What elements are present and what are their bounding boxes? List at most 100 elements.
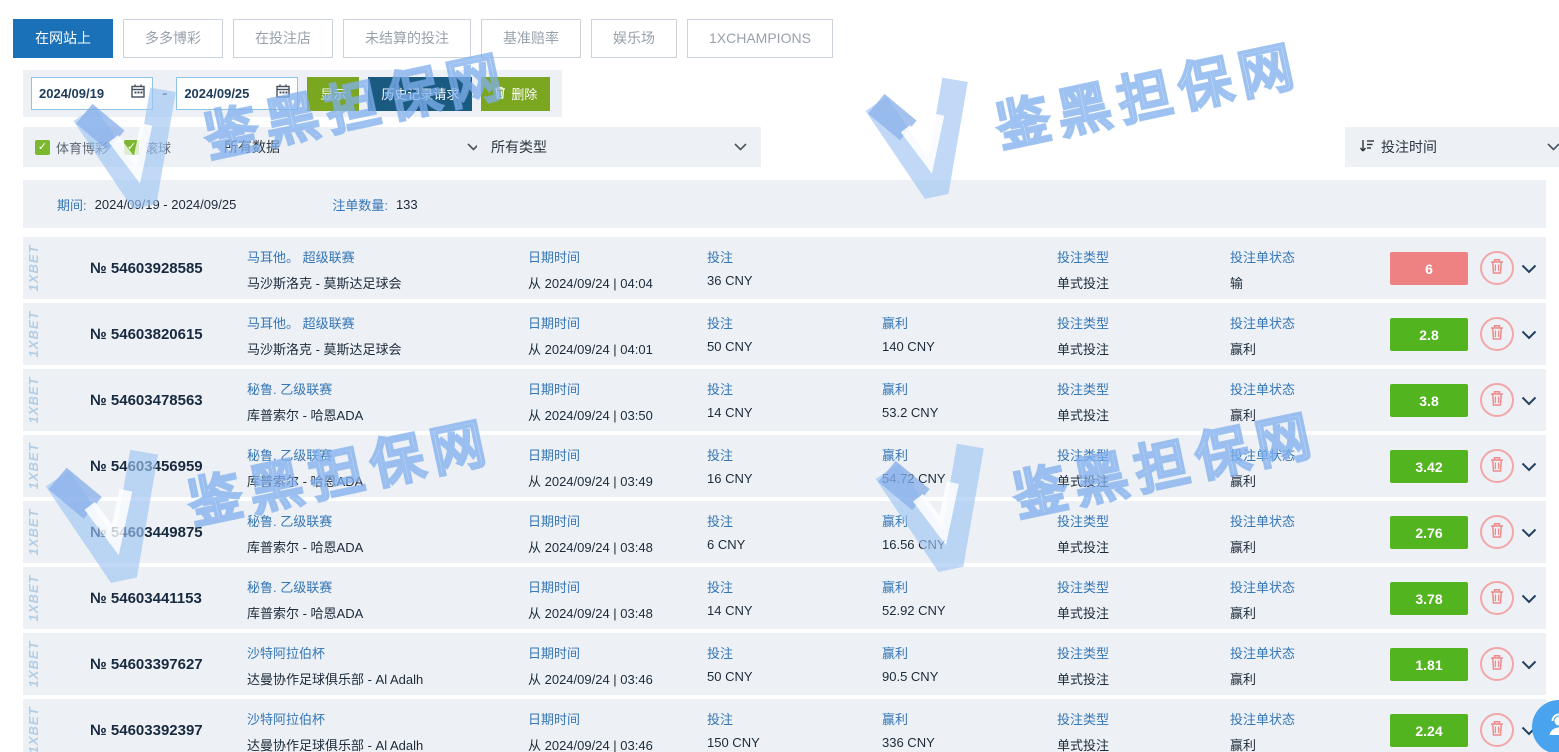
league-link[interactable]: 沙特阿拉伯杯 [247,643,423,662]
win-value: 140 CNY [882,339,935,354]
checkbox-sport[interactable]: ✓ 体育博彩 [35,138,108,157]
bet-row: 1XBET № 54603441153 秘鲁. 乙级联赛 库普索尔 - 哈恩AD… [23,567,1546,629]
teams-label: 库普索尔 - 哈恩ADA [247,405,363,424]
win-label: 赢利 [882,709,935,728]
delete-bet-button[interactable] [1480,383,1514,417]
expand-chevron-icon[interactable] [1521,459,1537,477]
league-link[interactable]: 马耳他。 超级联赛 [247,313,402,332]
type-filter-dropdown[interactable]: 所有类型 [477,127,761,167]
league-link[interactable]: 秘鲁. 乙级联赛 [247,511,363,530]
odds-badge: 2.24 [1390,714,1468,747]
tab-5[interactable]: 娱乐场 [591,19,677,58]
delete-bet-button[interactable] [1480,251,1514,285]
bet-label: 投注 [707,445,753,464]
history-request-button[interactable]: 历史记录请求 [368,77,472,111]
expand-chevron-icon[interactable] [1521,261,1537,279]
support-chat-icon [1545,711,1559,744]
sort-value: 投注时间 [1381,137,1437,157]
bet-id: № 54603928585 [90,237,203,299]
row-brand-watermark: 1XBET [26,575,41,622]
trash-icon [1490,324,1504,345]
league-link[interactable]: 沙特阿拉伯杯 [247,709,423,728]
win-label: 赢利 [882,643,938,662]
bet-label: 投注 [707,511,745,530]
delete-bet-button[interactable] [1480,449,1514,483]
trash-icon [494,86,506,102]
bet-label: 投注 [707,709,760,728]
bet-id: № 54603449875 [90,501,203,563]
checkbox-sport-label: 体育博彩 [56,138,108,157]
trash-icon [1490,588,1504,609]
calendar-icon [131,84,145,103]
status-label: 投注单状态 [1230,379,1295,398]
win-label: 赢利 [882,511,946,530]
bet-type-label: 投注类型 [1057,577,1109,596]
bet-label: 投注 [707,643,753,662]
expand-chevron-icon[interactable] [1521,591,1537,609]
league-link[interactable]: 秘鲁. 乙级联赛 [247,379,363,398]
league-link[interactable]: 马耳他。 超级联赛 [247,247,402,266]
type-filter-value: 所有类型 [491,137,547,157]
win-label: 赢利 [882,445,946,464]
tab-0[interactable]: 在网站上 [13,19,113,58]
bet-row: 1XBET № 54603820615 马耳他。 超级联赛 马沙斯洛克 - 莫斯… [23,303,1546,365]
bet-history-page: 在网站上多多博彩在投注店未结算的投注基准赔率娱乐场 1XCHAMPIONS 202… [0,0,1559,752]
delete-bet-button[interactable] [1480,713,1514,747]
status-value: 输 [1230,273,1295,292]
bet-id: № 54603397627 [90,633,203,695]
tab-3[interactable]: 未结算的投注 [343,19,471,58]
date-to-value: 2024/09/25 [184,86,249,101]
summary-bar: 期间: 2024/09/19 - 2024/09/25 注单数量: 133 [23,180,1546,228]
status-label: 投注单状态 [1230,511,1295,530]
bet-row: 1XBET № 54603397627 沙特阿拉伯杯 达曼协作足球俱乐部 - A… [23,633,1546,695]
bet-type-label: 投注类型 [1057,445,1109,464]
league-link[interactable]: 秘鲁. 乙级联赛 [247,445,363,464]
sort-dropdown[interactable]: 投注时间 [1345,127,1559,167]
delete-bet-button[interactable] [1480,515,1514,549]
trash-icon [1490,258,1504,279]
bet-value: 6 CNY [707,537,745,552]
data-filter-value: 所有数据 [224,137,280,157]
checkbox-live[interactable]: ✓ 滚球 [124,138,171,157]
data-filter-dropdown[interactable]: 所有数据 [210,127,494,167]
tab-6[interactable]: 1XCHAMPIONS [687,19,833,58]
bet-type-value: 单式投注 [1057,405,1109,424]
odds-badge: 6 [1390,252,1468,285]
status-label: 投注单状态 [1230,313,1295,332]
bet-value: 14 CNY [707,405,753,420]
win-value: 336 CNY [882,735,935,750]
win-label: 赢利 [882,577,946,596]
league-link[interactable]: 秘鲁. 乙级联赛 [247,577,363,596]
win-value: 52.92 CNY [882,603,946,618]
expand-chevron-icon[interactable] [1521,657,1537,675]
status-value: 赢利 [1230,339,1295,358]
tab-4[interactable]: 基准赔率 [481,19,581,58]
datetime-value: 从 2024/09/24 | 03:49 [528,471,653,490]
bet-type-value: 单式投注 [1057,735,1109,752]
teams-label: 达曼协作足球俱乐部 - Al Adalh [247,669,423,688]
top-tabs: 在网站上多多博彩在投注店未结算的投注基准赔率娱乐场 1XCHAMPIONS [13,19,833,58]
show-button[interactable]: 显示 [307,77,359,111]
chevron-down-icon [734,138,747,156]
date-to-input[interactable]: 2024/09/25 [176,77,298,110]
bet-type-label: 投注类型 [1057,313,1109,332]
bet-type-label: 投注类型 [1057,379,1109,398]
date-from-input[interactable]: 2024/09/19 [31,77,153,110]
delete-bet-button[interactable] [1480,317,1514,351]
delete-bet-button[interactable] [1480,647,1514,681]
bet-type-label: 投注类型 [1057,709,1109,728]
tab-2[interactable]: 在投注店 [233,19,333,58]
teams-label: 马沙斯洛克 - 莫斯达足球会 [247,339,402,358]
odds-badge: 2.8 [1390,318,1468,351]
chevron-down-icon [1547,138,1559,156]
bet-label: 投注 [707,379,753,398]
delete-all-button[interactable]: 删除 [481,77,550,111]
expand-chevron-icon[interactable] [1521,525,1537,543]
delete-bet-button[interactable] [1480,581,1514,615]
expand-chevron-icon[interactable] [1521,327,1537,345]
expand-chevron-icon[interactable] [1521,393,1537,411]
count-value: 133 [396,197,418,212]
datetime-value: 从 2024/09/24 | 03:46 [528,669,653,688]
odds-badge: 2.76 [1390,516,1468,549]
tab-1[interactable]: 多多博彩 [123,19,223,58]
